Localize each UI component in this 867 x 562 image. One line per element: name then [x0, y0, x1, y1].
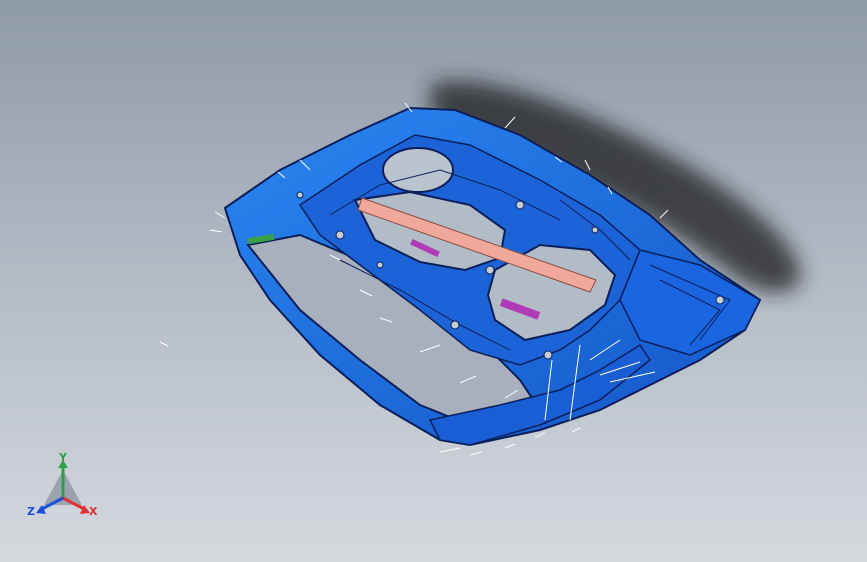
hole [296, 191, 304, 199]
hole [485, 265, 495, 275]
y-axis-label: Y [58, 451, 68, 464]
model-canvas[interactable]: Y X Z [0, 0, 867, 562]
hole [591, 226, 599, 234]
door-panel[interactable] [223, 106, 762, 447]
x-axis-label: X [89, 505, 98, 518]
z-axis-label: Z [27, 505, 35, 518]
hole [335, 230, 345, 240]
hole [515, 200, 525, 210]
hole [376, 261, 384, 269]
hole [450, 320, 460, 330]
cad-3d-viewport[interactable]: Y X Z [0, 0, 867, 562]
hole [543, 350, 553, 360]
upper-cutout [382, 147, 454, 193]
hole [715, 295, 725, 305]
coordinate-triad[interactable]: Y X Z [27, 451, 98, 518]
